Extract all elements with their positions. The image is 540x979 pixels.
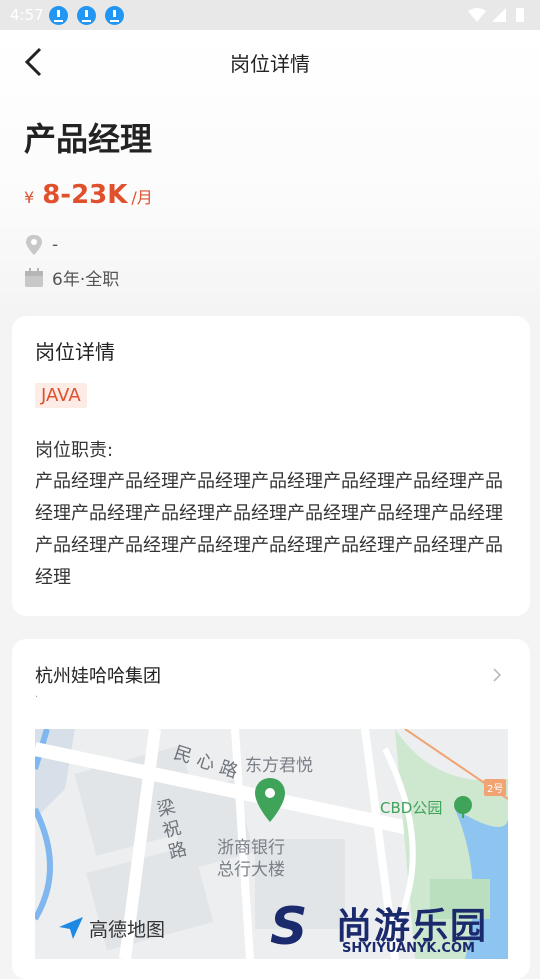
map-pin-icon bbox=[255, 778, 285, 822]
top-nav: 岗位详情 bbox=[0, 30, 540, 94]
job-detail-card: 岗位详情 JAVA 岗位职责: 产品经理产品经理产品经理产品经理产品经理产品经理… bbox=[12, 316, 530, 616]
job-title: 产品经理 bbox=[24, 120, 153, 158]
location-text: - bbox=[52, 235, 59, 255]
download-icon bbox=[105, 6, 124, 25]
salary-unit: /月 bbox=[131, 188, 153, 207]
skill-tag: JAVA bbox=[35, 383, 87, 408]
amap-logo-text: 高德地图 bbox=[89, 919, 166, 941]
status-icons bbox=[468, 8, 524, 22]
download-icon bbox=[49, 6, 68, 25]
detail-heading: 岗位详情 bbox=[35, 340, 115, 364]
page-title: 岗位详情 bbox=[230, 52, 310, 76]
chevron-right-icon[interactable] bbox=[492, 667, 502, 683]
map-place-label: 总行大楼 bbox=[217, 860, 285, 880]
map-place-label: 东方君悦 bbox=[245, 756, 313, 776]
watermark-url: SHYIYUANYK.COM bbox=[342, 941, 475, 956]
map-poi-label: CBD公园 bbox=[380, 799, 443, 817]
road-badge: 2号 bbox=[484, 779, 507, 796]
location-row: - bbox=[24, 234, 58, 256]
salary: ¥ 8-23K /月 bbox=[24, 180, 153, 210]
company-subtitle: . bbox=[35, 689, 39, 700]
salary-currency: ¥ bbox=[24, 188, 35, 207]
description-text: 产品经理产品经理产品经理产品经理产品经理产品经理产品经理产品经理产品经理产品经理… bbox=[35, 471, 503, 588]
park-icon bbox=[454, 796, 472, 818]
experience-text: 6年·全职 bbox=[52, 270, 120, 290]
calendar-icon bbox=[25, 267, 43, 287]
status-bar: 4:57 bbox=[0, 0, 540, 30]
watermark-logo: S 尚游乐园 SHYIYUANYK.COM bbox=[262, 893, 540, 960]
experience-row: 6年·全职 bbox=[24, 265, 119, 290]
description-label: 岗位职责: bbox=[35, 440, 114, 461]
company-name[interactable]: 杭州娃哈哈集团 bbox=[35, 662, 161, 688]
download-icon bbox=[77, 6, 96, 25]
salary-range: 8-23K bbox=[42, 180, 128, 210]
status-time: 4:57 bbox=[10, 6, 44, 24]
location-pin-icon bbox=[26, 235, 42, 255]
watermark-s-icon: S bbox=[270, 897, 308, 957]
amap-logo-icon bbox=[59, 917, 83, 939]
